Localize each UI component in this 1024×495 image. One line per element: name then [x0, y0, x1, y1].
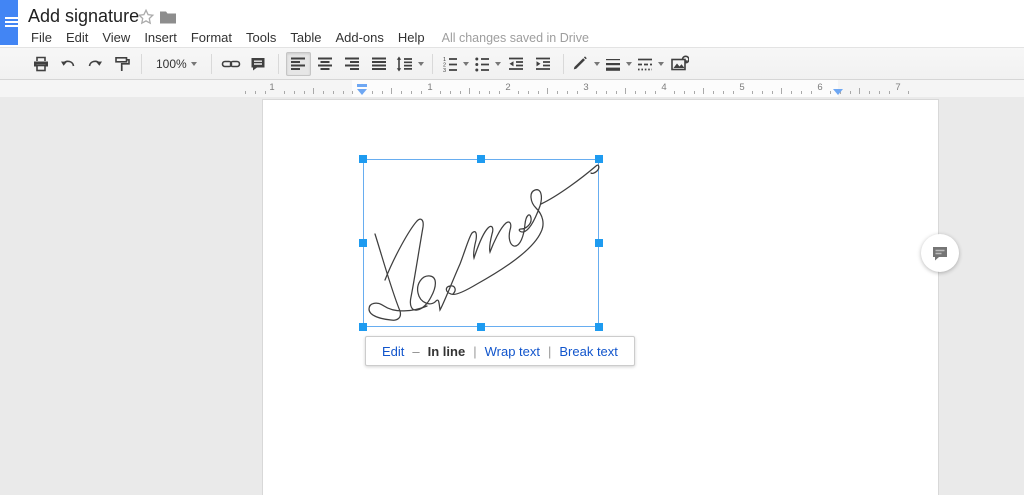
- options-dash: –: [412, 343, 420, 359]
- chevron-down-icon: [190, 61, 197, 66]
- chevron-down-icon: [462, 61, 469, 66]
- menu-tools[interactable]: Tools: [239, 30, 283, 45]
- numbered-list-button[interactable]: 1 2 3: [440, 52, 470, 76]
- ruler-number: 1: [269, 82, 275, 93]
- menu-help[interactable]: Help: [391, 30, 432, 45]
- image-options-bar: Edit – In line | Wrap text | Break text: [365, 336, 635, 366]
- menu-edit[interactable]: Edit: [59, 30, 95, 45]
- ruler-number: 3: [583, 82, 589, 93]
- menu-format[interactable]: Format: [184, 30, 239, 45]
- line-spacing-button[interactable]: [394, 52, 425, 76]
- resize-handle-bottom-left[interactable]: [359, 323, 367, 331]
- document-page[interactable]: Edit – In line | Wrap text | Break text: [262, 99, 939, 495]
- border-dash-button[interactable]: [635, 52, 665, 76]
- add-comment-bubble[interactable]: [921, 234, 959, 272]
- ruler-number: 7: [895, 82, 901, 93]
- zoom-value: 100%: [156, 56, 187, 71]
- document-canvas: Edit – In line | Wrap text | Break text: [0, 97, 1024, 495]
- inline-option[interactable]: In line: [428, 344, 466, 359]
- chevron-down-icon: [593, 61, 600, 66]
- break-text-option[interactable]: Break text: [559, 344, 618, 359]
- menu-add-ons[interactable]: Add-ons: [328, 30, 390, 45]
- options-separator: |: [473, 343, 477, 359]
- google-docs-window: Add signature File Edit View Insert Format To…: [0, 0, 1024, 495]
- chevron-down-icon: [494, 61, 501, 66]
- ruler-number: 1: [427, 82, 433, 93]
- move-to-folder-icon[interactable]: [159, 9, 177, 25]
- zoom-select[interactable]: 100%: [149, 52, 204, 76]
- resize-handle-bottom-middle[interactable]: [477, 323, 485, 331]
- reset-image-button[interactable]: [667, 52, 692, 76]
- ruler-active-area: [352, 80, 838, 97]
- ruler-number: 5: [739, 82, 745, 93]
- menu-file[interactable]: File: [24, 30, 59, 45]
- signature-image[interactable]: [364, 160, 600, 328]
- align-left-button[interactable]: [285, 51, 311, 76]
- chevron-down-icon: [625, 61, 632, 66]
- redo-button[interactable]: [82, 52, 107, 76]
- first-line-indent-marker[interactable]: [357, 84, 367, 87]
- line-weight-button[interactable]: [603, 52, 633, 76]
- svg-text:3: 3: [443, 68, 446, 73]
- resize-handle-top-left[interactable]: [359, 155, 367, 163]
- chevron-down-icon: [417, 61, 424, 66]
- insert-link-button[interactable]: [219, 52, 244, 76]
- ruler-number: 6: [817, 82, 823, 93]
- bulleted-list-button[interactable]: [472, 52, 502, 76]
- docs-app-icon[interactable]: [0, 0, 18, 45]
- menu-insert[interactable]: Insert: [137, 30, 184, 45]
- menu-table[interactable]: Table: [283, 30, 328, 45]
- increase-indent-button[interactable]: [531, 52, 556, 76]
- align-justify-button[interactable]: [367, 52, 392, 76]
- comment-icon: [933, 246, 947, 260]
- undo-button[interactable]: [55, 52, 80, 76]
- border-color-button[interactable]: [571, 52, 601, 76]
- align-center-button[interactable]: [313, 52, 338, 76]
- image-selection-box[interactable]: [359, 155, 603, 331]
- resize-handle-middle-left[interactable]: [359, 239, 367, 247]
- resize-handle-top-middle[interactable]: [477, 155, 485, 163]
- paint-format-button[interactable]: [109, 52, 134, 76]
- resize-handle-middle-right[interactable]: [595, 239, 603, 247]
- align-right-button[interactable]: [340, 52, 365, 76]
- menu-view[interactable]: View: [95, 30, 137, 45]
- resize-handle-top-right[interactable]: [595, 155, 603, 163]
- star-icon[interactable]: [137, 8, 155, 26]
- save-status-text[interactable]: All changes saved in Drive: [432, 31, 589, 45]
- document-title[interactable]: Add signature: [28, 6, 139, 27]
- left-indent-marker[interactable]: [357, 89, 367, 95]
- edit-image-link[interactable]: Edit: [382, 344, 404, 359]
- menu-bar: File Edit View Insert Format Tools Table Add-on…: [24, 28, 589, 47]
- insert-comment-button[interactable]: [246, 52, 271, 76]
- resize-handle-bottom-right[interactable]: [595, 323, 603, 331]
- ruler[interactable]: 1 1 2 3 4 5 6 7: [0, 80, 1024, 97]
- toolbar: 100% 1 2 3: [0, 47, 1024, 80]
- decrease-indent-button[interactable]: [504, 52, 529, 76]
- print-button[interactable]: [28, 52, 53, 76]
- ruler-number: 2: [505, 82, 511, 93]
- right-indent-marker[interactable]: [833, 89, 843, 95]
- header: Add signature File Edit View Insert Format To…: [0, 0, 1024, 48]
- options-separator: |: [547, 343, 552, 359]
- chevron-down-icon: [657, 61, 664, 66]
- ruler-number: 4: [661, 82, 667, 93]
- wrap-text-option[interactable]: Wrap text: [485, 344, 540, 359]
